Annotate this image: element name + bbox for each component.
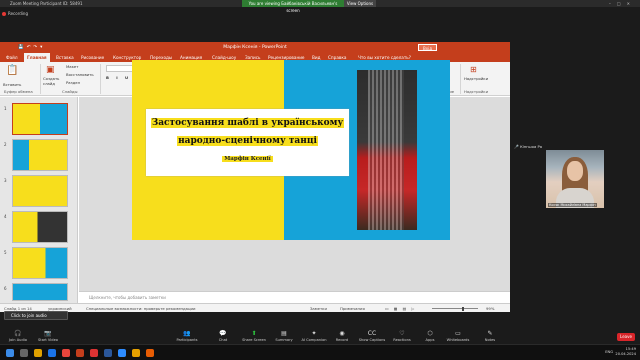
- recording-label: Recording: [8, 11, 29, 16]
- leave-button[interactable]: Leave: [617, 333, 635, 341]
- new-slide-icon[interactable]: ▣: [46, 65, 55, 75]
- start-icon[interactable]: [6, 349, 14, 357]
- login-button[interactable]: Вхід: [418, 44, 437, 51]
- current-slide: Застосування шаблі в українському народн…: [132, 60, 450, 240]
- file-explorer-icon[interactable]: [34, 349, 42, 357]
- section-button[interactable]: Раздел: [66, 80, 80, 85]
- slide-number: 6: [4, 286, 7, 291]
- keyboard-language[interactable]: ENG: [605, 350, 613, 354]
- group-slides: Слайды: [62, 89, 78, 94]
- record-dot-icon: [2, 12, 6, 16]
- record-icon: ◉: [339, 330, 345, 337]
- accessibility-status[interactable]: Специальные возможности: проверьте реком…: [86, 304, 196, 312]
- slide-thumbnail-5[interactable]: [12, 247, 68, 279]
- layout-button[interactable]: Макет: [66, 64, 78, 69]
- addins-button[interactable]: Надстройки: [464, 76, 488, 81]
- slide-number: 5: [4, 250, 7, 255]
- share-screen-button[interactable]: ⬆ Share Screen: [238, 330, 270, 344]
- new-slide-button[interactable]: Создать слайд: [43, 76, 63, 86]
- slide-title-line1: Застосування шаблі в українському: [150, 118, 345, 128]
- recording-indicator: Recording: [2, 11, 28, 16]
- slide-number: 4: [4, 214, 7, 219]
- group-clipboard: Буфер обмена: [4, 89, 33, 94]
- slide-thumbnail-2[interactable]: [12, 139, 68, 171]
- paste-button[interactable]: Вставить: [3, 82, 21, 87]
- comments-toggle[interactable]: Примечания: [340, 304, 365, 312]
- chat-button[interactable]: 💬 Chat: [207, 330, 239, 344]
- headphones-icon: 🎧: [14, 330, 22, 337]
- tab-home[interactable]: Главная: [24, 53, 50, 62]
- search-icon[interactable]: [20, 349, 28, 357]
- clock-date: 20.04.2024: [615, 352, 636, 356]
- slide-number: 1: [4, 106, 7, 111]
- participant-video-tile[interactable]: Косяк Михайлівна Марфін: [546, 150, 604, 208]
- slide-photo-shirt: [368, 70, 404, 230]
- slide-number: 3: [4, 178, 7, 183]
- opera-icon[interactable]: [90, 349, 98, 357]
- zoom-window-title: Zoom Meeting Participant ID: 58491: [10, 1, 83, 6]
- view-options-button[interactable]: View Options: [344, 0, 376, 7]
- tab-draw[interactable]: Рисование: [81, 53, 104, 62]
- slide-thumbnail-3[interactable]: [12, 175, 68, 207]
- firefox-icon[interactable]: [146, 349, 154, 357]
- slide-thumbnail-1[interactable]: [12, 103, 68, 135]
- mic-muted-icon: 🎤: [514, 144, 519, 149]
- notes-pane[interactable]: Щелкните, чтобы добавить заметки: [79, 291, 510, 303]
- ppt-status-bar: Слайд 1 из 14 украинский Специальные воз…: [0, 303, 510, 312]
- slide-number: 2: [4, 142, 7, 147]
- whiteboards-button[interactable]: ▭ Whiteboards: [442, 330, 474, 344]
- start-video-button[interactable]: 📷 Start Video: [32, 330, 64, 344]
- participants-button[interactable]: 👥 Participants: [171, 330, 203, 344]
- tab-file[interactable]: Файл: [6, 53, 18, 62]
- chat-icon: 💬: [219, 330, 227, 337]
- zoom-slider[interactable]: [432, 306, 478, 311]
- slide-author: Марфін Ксенії: [222, 156, 273, 162]
- system-clock[interactable]: 15:49 20.04.2024: [615, 347, 636, 357]
- zoom-meeting-toolbar: 🎧 Join Audio 📷 Start Video 👥 Participants 💬…: [0, 330, 640, 344]
- zoom-level[interactable]: 99%: [486, 304, 494, 312]
- slide-thumbnails-pane: 1 2 3 4 5 6: [0, 97, 78, 303]
- summary-icon: ▤: [281, 330, 287, 337]
- video-off-icon: 📷: [44, 330, 52, 337]
- window-controls[interactable]: –□✕: [609, 0, 636, 7]
- whiteboard-icon: ▭: [455, 330, 461, 337]
- reset-button[interactable]: Восстановить: [66, 72, 94, 77]
- powerpoint-icon[interactable]: [76, 349, 84, 357]
- participant-video-name: Косяк Михайлівна Марфін: [548, 203, 597, 207]
- edge-icon[interactable]: [48, 349, 56, 357]
- addins-icon[interactable]: ⊞: [470, 65, 477, 74]
- word-icon[interactable]: [104, 349, 112, 357]
- slide-title-line2: народно-сценічному танці: [177, 136, 318, 146]
- group-addins: Надстройки: [464, 89, 489, 94]
- join-audio-button[interactable]: 🎧 Join Audio: [2, 330, 34, 344]
- view-buttons[interactable]: ▭ ▦ ▤ ▷: [385, 304, 416, 312]
- notes-toggle[interactable]: Заметки: [310, 304, 327, 312]
- notes-button[interactable]: ✎ Notes: [474, 330, 506, 344]
- slide-thumbnail-6[interactable]: [12, 283, 68, 301]
- join-audio-tooltip[interactable]: Click to join audio: [4, 311, 68, 320]
- photos-icon[interactable]: [132, 349, 140, 357]
- viewing-screen-banner: You are viewing Байбаківській Васильевн'…: [242, 0, 344, 13]
- slide-title-box[interactable]: Застосування шаблі в українському народн…: [146, 109, 349, 176]
- slide-thumbnail-4[interactable]: [12, 211, 68, 243]
- show-captions-button[interactable]: CC Show Captions: [356, 330, 388, 344]
- notes-icon: ✎: [487, 330, 493, 337]
- chrome-icon[interactable]: [62, 349, 70, 357]
- zoom-icon[interactable]: [118, 349, 126, 357]
- windows-taskbar: ENG 15:49 20.04.2024: [0, 344, 640, 360]
- share-screen-icon: ⬆: [251, 330, 257, 337]
- paste-icon[interactable]: 📋: [6, 65, 18, 76]
- ppt-title-bar: 💾↶↷▾ Марфін Ксенія - PowerPoint Вхід: [0, 42, 510, 53]
- captions-icon: CC: [367, 330, 377, 337]
- zoom-title-bar: Zoom Meeting Participant ID: 58491 You a…: [0, 0, 640, 13]
- record-button[interactable]: ◉ Record: [326, 330, 358, 344]
- tab-insert[interactable]: Вставка: [56, 53, 74, 62]
- participants-icon: 👥: [183, 330, 191, 337]
- summary-button[interactable]: ▤ Summary: [268, 330, 300, 344]
